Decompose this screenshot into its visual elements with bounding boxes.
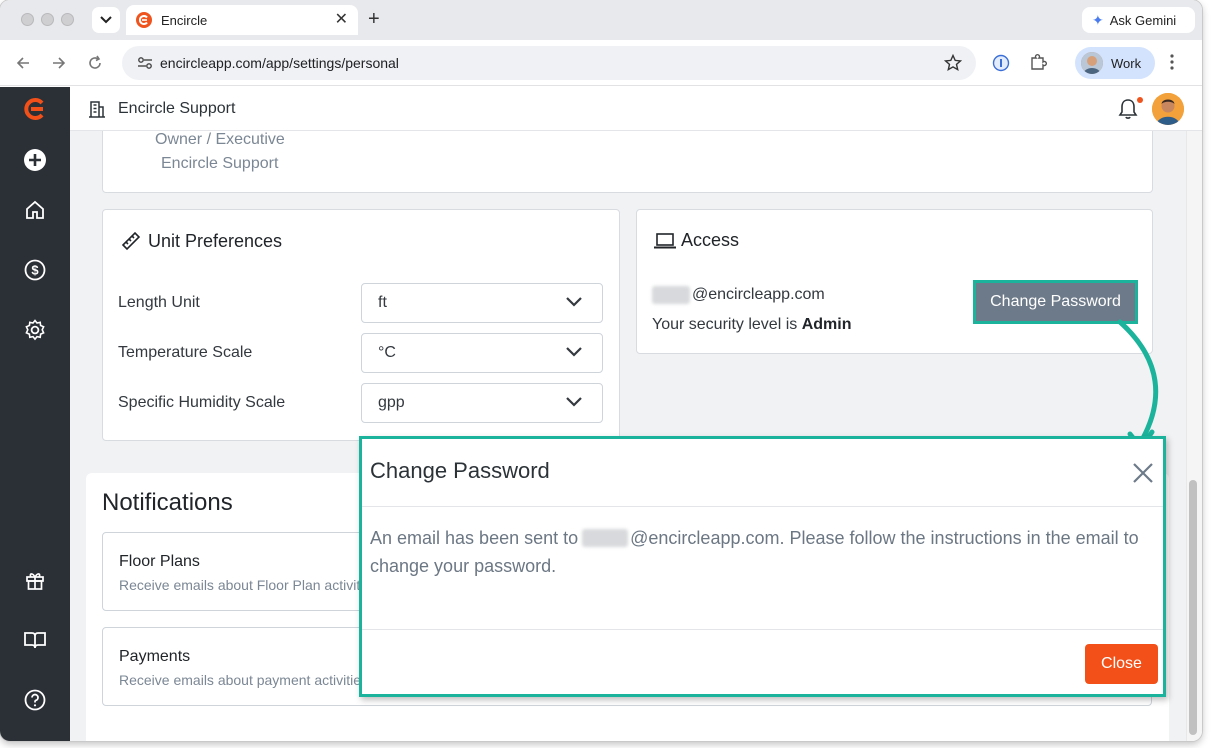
close-tab-icon[interactable]: ✕ (335, 12, 348, 28)
new-tab-icon[interactable]: + (368, 9, 380, 29)
laptop-icon (654, 232, 676, 248)
unit-preferences-title-text: Unit Preferences (148, 230, 283, 251)
profile-organization: Encircle Support (161, 155, 279, 172)
notification-title: Floor Plans (119, 553, 200, 570)
temperature-scale-label: Temperature Scale (118, 344, 253, 361)
back-arrow-icon[interactable] (13, 53, 33, 73)
tab-title: Encircle (161, 12, 208, 28)
tab-bar: Encircle ✕ + ✦ Ask Gemini (0, 0, 1202, 40)
length-unit-value: ft (378, 294, 387, 311)
notification-bell-icon[interactable] (1118, 98, 1138, 125)
organization-name[interactable]: Encircle Support (118, 100, 235, 118)
help-icon[interactable] (23, 688, 47, 712)
close-icon[interactable] (1131, 461, 1155, 490)
modal-message-prefix: An email has been sent to (370, 528, 579, 548)
window-minimize-control[interactable] (41, 13, 54, 26)
security-level-text: Your security level is Admin (652, 316, 851, 334)
window-close-control[interactable] (21, 13, 34, 26)
profile-avatar (1081, 52, 1103, 74)
modal-message: An email has been sent to @encircleapp.co… (370, 524, 1140, 580)
reload-icon[interactable] (85, 53, 105, 73)
ask-gemini-label: Ask Gemini (1109, 12, 1177, 28)
settings-gear-icon[interactable] (23, 318, 47, 342)
chevron-down-icon (566, 347, 582, 357)
home-icon[interactable] (23, 198, 47, 222)
notification-title: Payments (119, 648, 191, 665)
svg-text:$: $ (31, 263, 39, 278)
profile-label: Work (1111, 55, 1142, 71)
book-icon[interactable] (23, 628, 47, 652)
tab-search-button[interactable] (92, 7, 120, 33)
unit-preferences-title: Unit Preferences (120, 230, 282, 252)
chevron-down-icon (100, 16, 112, 24)
app-sidebar: $ (0, 87, 70, 741)
humidity-scale-value: gpp (378, 394, 405, 411)
chevron-down-icon (566, 397, 582, 407)
redacted-email-user (652, 286, 690, 304)
profile-role: Owner / Executive (155, 131, 285, 148)
humidity-scale-label: Specific Humidity Scale (118, 394, 286, 411)
browser-tab-encircle[interactable]: Encircle ✕ (126, 5, 358, 35)
humidity-scale-select[interactable]: gpp (361, 383, 603, 423)
forward-arrow-icon[interactable] (49, 53, 69, 73)
length-unit-label: Length Unit (118, 294, 200, 311)
building-icon (88, 100, 106, 123)
redacted-email-user (582, 529, 629, 547)
app-header: Encircle Support (70, 87, 1202, 131)
extensions-puzzle-icon[interactable] (1029, 53, 1047, 76)
password-manager-extension-icon[interactable] (992, 54, 1010, 77)
temperature-scale-select[interactable]: °C (361, 333, 603, 373)
address-bar[interactable]: encircleapp.com/app/settings/personal (122, 46, 976, 80)
ask-gemini-button[interactable]: ✦ Ask Gemini (1082, 7, 1195, 33)
site-settings-icon[interactable] (136, 54, 154, 72)
access-title-text: Access (681, 230, 740, 250)
gift-icon[interactable] (23, 568, 47, 592)
modal-header: Change Password (362, 439, 1163, 507)
modal-title: Change Password (370, 458, 550, 483)
close-button[interactable]: Close (1085, 644, 1158, 684)
security-level-value: Admin (801, 316, 852, 333)
change-password-modal: Change Password An email has been sent t… (359, 436, 1166, 697)
encircle-logo-icon[interactable] (23, 97, 47, 121)
profile-chip[interactable]: Work (1075, 47, 1155, 79)
chevron-down-icon (566, 297, 582, 307)
gemini-sparkle-icon: ✦ (1092, 11, 1104, 28)
security-level-prefix: Your security level is (652, 316, 802, 333)
notification-dot (1137, 97, 1143, 103)
notifications-heading: Notifications (102, 489, 233, 516)
access-title: Access (653, 230, 739, 251)
notification-description: Receive emails about Floor Plan activiti… (119, 577, 379, 593)
url-text: encircleapp.com/app/settings/personal (160, 55, 399, 71)
notification-description: Receive emails about payment activities (119, 672, 369, 688)
browser-toolbar: encircleapp.com/app/settings/personal Wo… (0, 40, 1202, 86)
window-zoom-control[interactable] (61, 13, 74, 26)
plus-icon[interactable] (23, 148, 47, 172)
access-email: @encircleapp.com (652, 286, 825, 304)
access-email-domain: @encircleapp.com (692, 286, 825, 303)
user-avatar[interactable] (1152, 93, 1184, 125)
modal-footer-divider (362, 629, 1163, 630)
dollar-icon[interactable]: $ (23, 258, 47, 282)
ruler-icon (121, 231, 141, 251)
temperature-scale-value: °C (378, 344, 396, 361)
scrollbar-thumb[interactable] (1189, 480, 1197, 735)
encircle-favicon-icon (136, 12, 152, 28)
length-unit-select[interactable]: ft (361, 283, 603, 323)
browser-menu-icon[interactable] (1170, 54, 1174, 75)
browser-window: Encircle ✕ + ✦ Ask Gemini encircleapp.co… (0, 0, 1202, 741)
bookmark-star-icon[interactable] (943, 53, 963, 77)
